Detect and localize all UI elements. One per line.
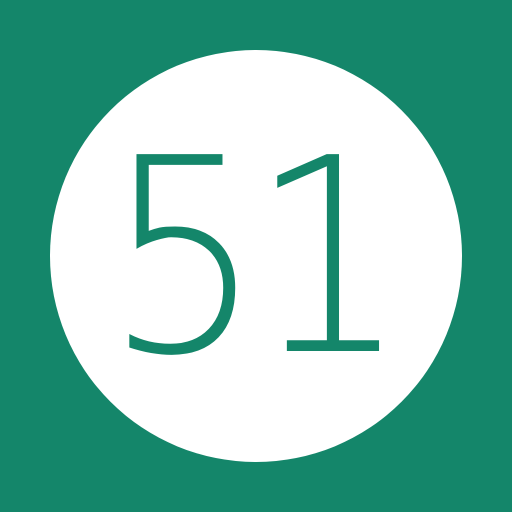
app-icon: 51 — [0, 0, 512, 512]
icon-number-label: 51 — [104, 100, 408, 415]
